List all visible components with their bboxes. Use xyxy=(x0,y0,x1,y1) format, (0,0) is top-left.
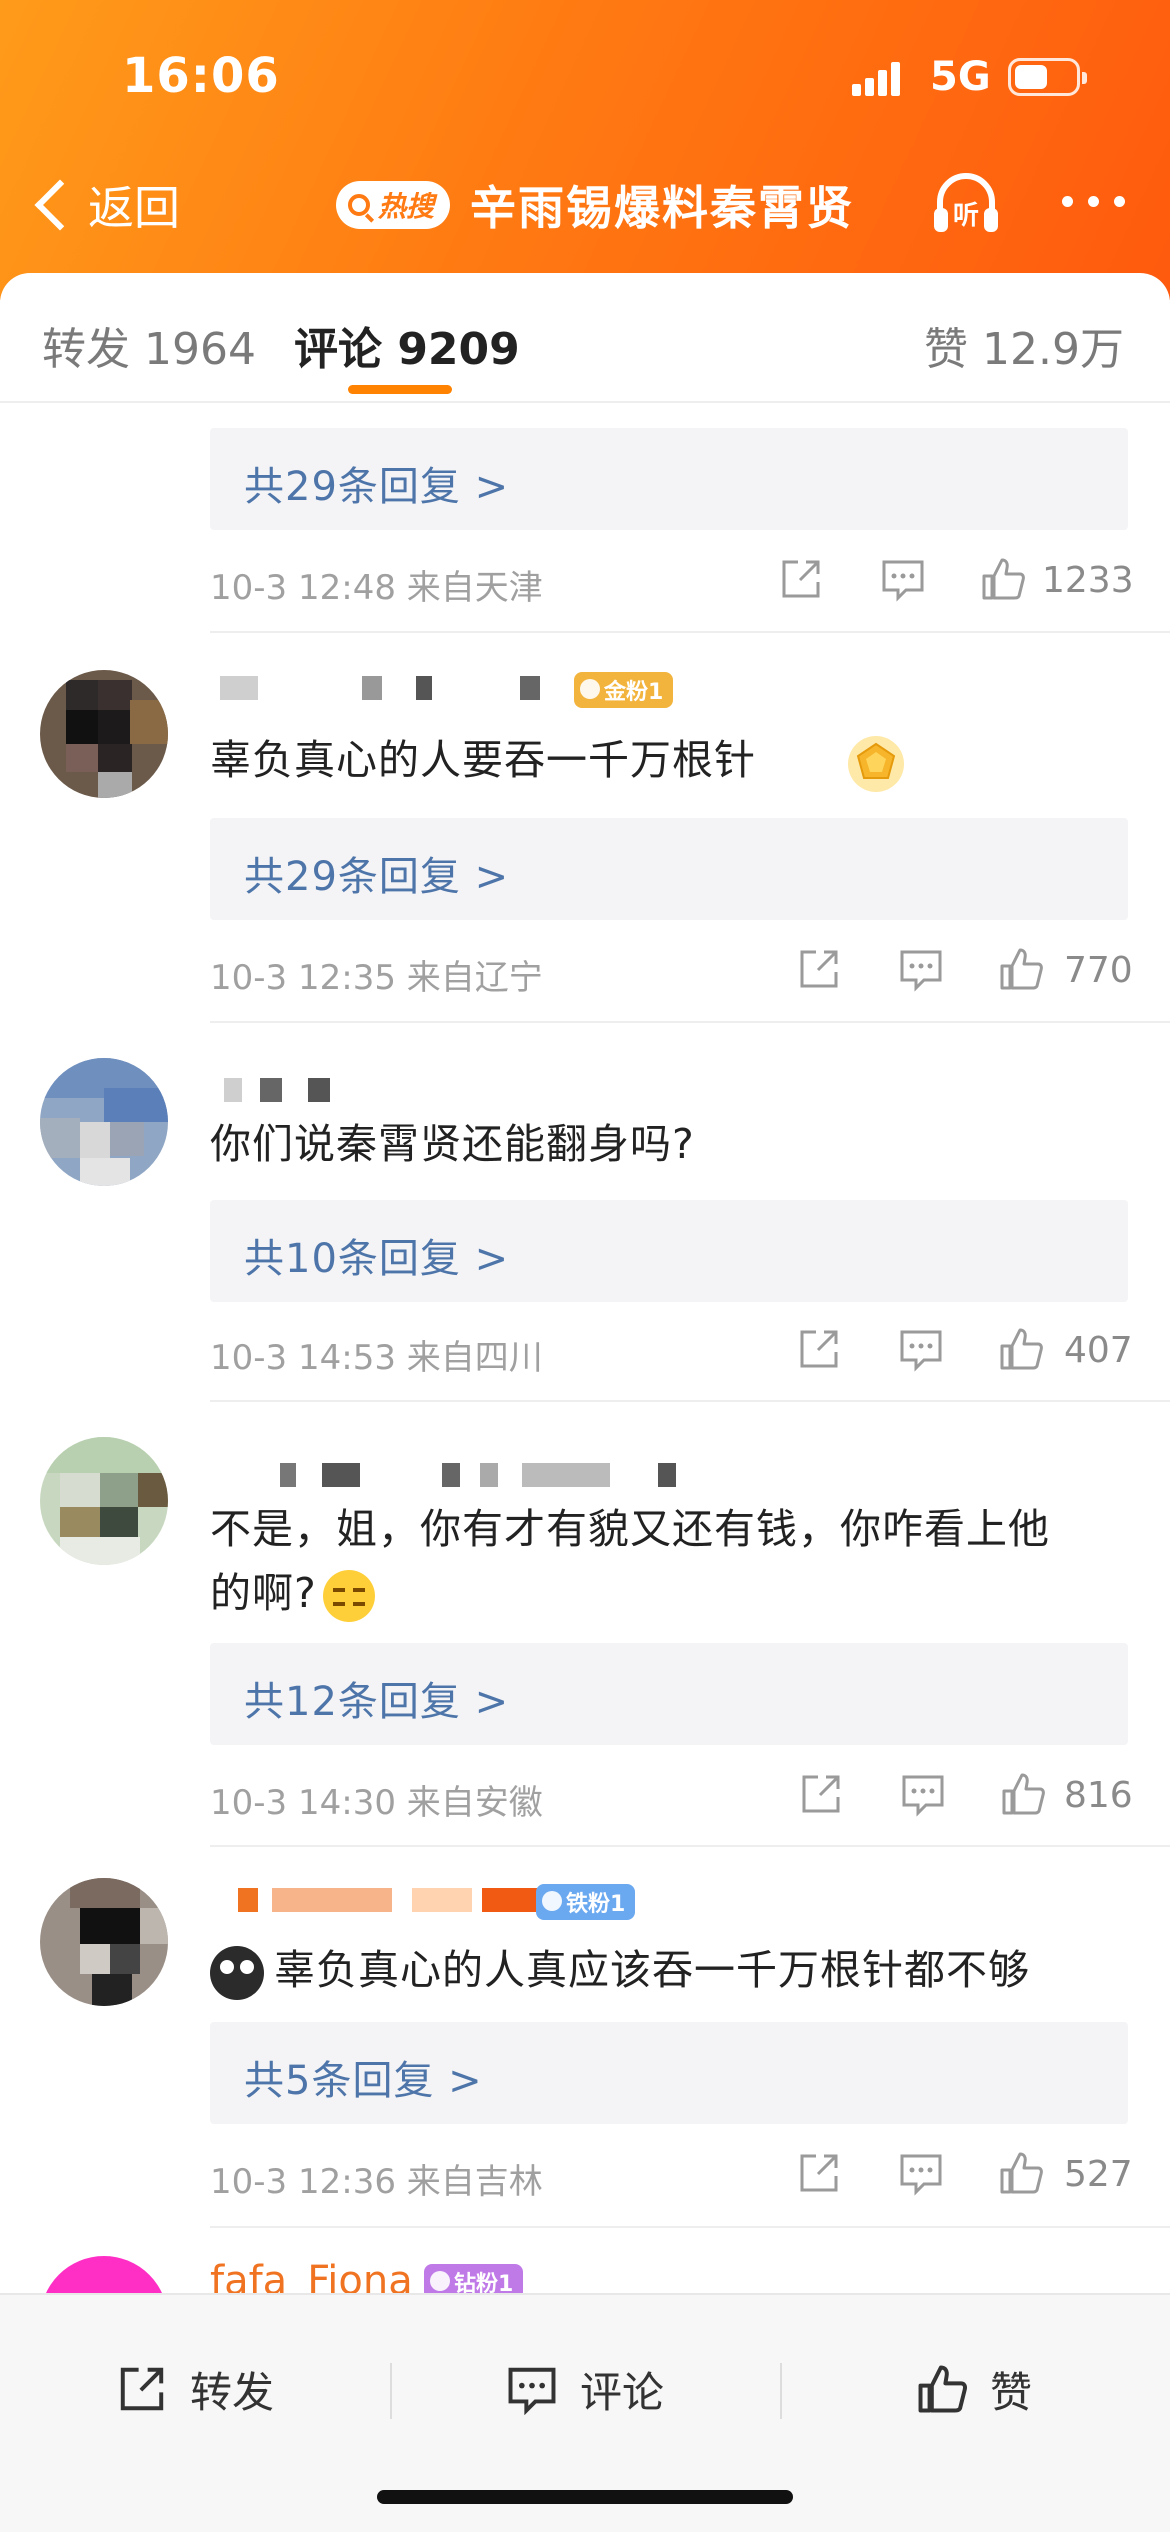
comment-meta: 10-3 14:53 来自四川 xyxy=(210,1338,543,1378)
reply-link[interactable]: 共5条回复 > xyxy=(210,2022,1128,2124)
like-count: 407 xyxy=(1064,1330,1133,1371)
share-icon[interactable] xyxy=(778,556,824,602)
divider xyxy=(210,2226,1170,2228)
avatar[interactable] xyxy=(40,1058,168,1186)
thumbs-up-icon[interactable] xyxy=(1000,1771,1046,1817)
crown-icon xyxy=(580,679,600,699)
comment-icon[interactable] xyxy=(898,946,944,992)
grin-emoji-icon xyxy=(322,1570,375,1622)
comment-actions: 1233 xyxy=(778,556,1138,606)
home-indicator[interactable] xyxy=(377,2490,793,2504)
share-icon[interactable] xyxy=(796,1326,842,1372)
like-label: 赞 xyxy=(990,2367,1033,2417)
comment-text-line2: 的啊? xyxy=(210,1569,317,1617)
comment-meta: 10-3 12:35 来自辽宁 xyxy=(210,958,543,998)
username-blurred[interactable] xyxy=(212,1078,352,1106)
comment-item: 共29条回复 > 10-3 12:48 来自天津 1233 xyxy=(0,0,1170,640)
thumbs-up-icon[interactable] xyxy=(998,946,1044,992)
comment-meta: 10-3 12:48 来自天津 xyxy=(210,568,543,608)
comment-icon[interactable] xyxy=(900,1771,946,1817)
comment-text: 不是，姐，你有才有貌又还有钱，你咋看上他 的啊? xyxy=(210,1497,1050,1625)
comment-text: 辜负真心的人真应该吞一千万根针都不够 xyxy=(210,1938,1030,2002)
avatar[interactable] xyxy=(40,1878,168,2006)
comment-icon[interactable] xyxy=(898,2150,944,2196)
username-blurred[interactable] xyxy=(212,1888,572,1916)
comment-text: 你们说秦霄贤还能翻身吗? xyxy=(210,1120,695,1168)
comment-label: 评论 xyxy=(580,2367,665,2417)
reply-link[interactable]: 共29条回复 > xyxy=(210,818,1128,920)
thumbs-up-icon[interactable] xyxy=(980,556,1026,602)
crown-icon xyxy=(542,1891,562,1911)
comment-button[interactable]: 评论 xyxy=(506,2359,664,2419)
fan-badge: 金粉1 xyxy=(574,672,674,708)
repost-button[interactable]: 转发 xyxy=(116,2359,274,2419)
reply-link-label: 共12条回复 > xyxy=(244,1679,510,1725)
comment-item: 金粉1 辜负真心的人要吞一千万根针 共29条回复 > 10-3 12:35 来自… xyxy=(0,632,1170,1020)
comment-actions: 816 xyxy=(798,1771,1142,1821)
thumbs-up-icon[interactable] xyxy=(998,1326,1044,1372)
username-blurred[interactable] xyxy=(212,1463,692,1491)
comment-actions: 527 xyxy=(796,2150,1140,2200)
username-blurred[interactable] xyxy=(212,676,572,704)
comment-actions: 407 xyxy=(796,1326,1140,1376)
like-count: 1233 xyxy=(1042,560,1134,601)
reply-link-label: 共5条回复 > xyxy=(244,2058,483,2104)
comment-text-line: 的啊? xyxy=(210,1561,1050,1625)
comment-actions: 770 xyxy=(796,946,1140,996)
reply-link-label: 共29条回复 > xyxy=(244,464,510,510)
avatar[interactable] xyxy=(40,670,168,798)
comment-meta: 10-3 14:30 来自安徽 xyxy=(210,1783,543,1823)
thumbs-up-icon[interactable] xyxy=(998,2150,1044,2196)
like-button[interactable]: 赞 xyxy=(916,2359,1032,2419)
comment-icon[interactable] xyxy=(898,1326,944,1372)
like-count: 770 xyxy=(1064,950,1133,991)
comment-item: 你们说秦霄贤还能翻身吗? 共10条回复 > 10-3 14:53 来自四川 40… xyxy=(0,1022,1170,1400)
gold-gem-icon xyxy=(848,736,904,792)
share-icon[interactable] xyxy=(798,1771,844,1817)
comment-text-body: 辜负真心的人真应该吞一千万根针都不够 xyxy=(274,1946,1030,1994)
fan-badge-label: 铁粉1 xyxy=(566,1892,626,1917)
thumbs-up-icon xyxy=(918,2365,968,2413)
reply-link-label: 共10条回复 > xyxy=(244,1236,510,1282)
weibo-comments-page: 16:06 5G 返回 热搜 辛雨锡爆料秦霄贤 听 转发 1964 评论 920… xyxy=(0,0,1170,2532)
like-count: 816 xyxy=(1064,1775,1133,1816)
share-icon[interactable] xyxy=(796,946,842,992)
comment-meta: 10-3 12:36 来自吉林 xyxy=(210,2162,543,2202)
like-count: 527 xyxy=(1064,2154,1133,2195)
reply-link[interactable]: 共12条回复 > xyxy=(210,1643,1128,1745)
reply-link[interactable]: 共10条回复 > xyxy=(210,1200,1128,1302)
comment-text: 辜负真心的人要吞一千万根针 xyxy=(210,736,756,784)
share-icon[interactable] xyxy=(796,2150,842,2196)
reply-link[interactable]: 共29条回复 > xyxy=(210,428,1128,530)
reply-link-label: 共29条回复 > xyxy=(244,854,510,900)
divider xyxy=(780,2363,782,2419)
fan-badge-label: 金粉1 xyxy=(604,680,664,705)
comment-item: 铁粉1 辜负真心的人真应该吞一千万根针都不够 共5条回复 > 10-3 12:3… xyxy=(0,1846,1170,2226)
repost-label: 转发 xyxy=(190,2367,275,2417)
comment-icon[interactable] xyxy=(880,556,926,602)
comment-item: 不是，姐，你有才有貌又还有钱，你咋看上他 的啊? 共12条回复 > 10-3 1… xyxy=(0,1401,1170,1845)
divider xyxy=(390,2363,392,2419)
comment-icon xyxy=(508,2367,556,2415)
avatar[interactable] xyxy=(40,1437,168,1565)
share-icon xyxy=(120,2367,164,2411)
crown-icon xyxy=(430,2271,450,2291)
comment-text-line: 不是，姐，你有才有貌又还有钱，你咋看上他 xyxy=(210,1505,1050,1553)
fan-badge: 铁粉1 xyxy=(536,1884,636,1920)
ghost-emoji-icon xyxy=(210,1946,264,2000)
